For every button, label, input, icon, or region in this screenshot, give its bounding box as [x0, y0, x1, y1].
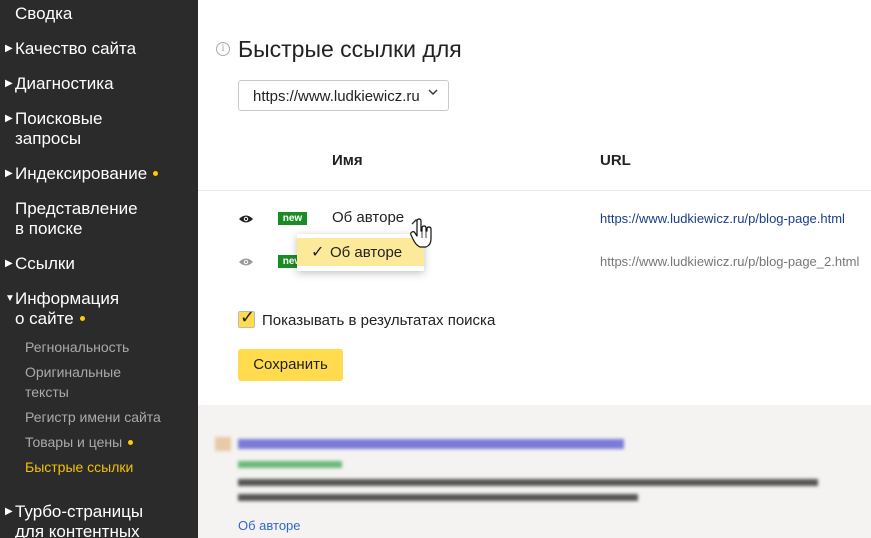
- favicon-icon: [215, 437, 231, 451]
- info-icon[interactable]: i: [216, 42, 230, 56]
- sidebar: Сводка ▶ Качество сайта ▶ Диагностика ▶ …: [0, 0, 198, 538]
- sidebar-item-turbo-pages[interactable]: ▶ Турбо-страницы для контентных: [0, 502, 198, 538]
- notification-dot-icon: [128, 439, 134, 445]
- eye-icon[interactable]: [238, 257, 254, 267]
- site-select-value: https://www.ludkiewicz.ru: [253, 88, 420, 105]
- chevron-down-icon: ▼: [5, 293, 15, 304]
- chevron-right-icon: ▶: [5, 258, 13, 269]
- sidebar-subitem-label: Регистр имени сайта: [25, 409, 161, 425]
- check-icon: ✓: [311, 244, 325, 261]
- sidebar-subitem-products-prices[interactable]: Товары и цены: [25, 432, 190, 452]
- column-header-url: URL: [600, 152, 631, 169]
- check-icon: ✓: [240, 307, 256, 327]
- sidebar-item-label: Турбо-страницы для контентных: [15, 502, 144, 538]
- hand-cursor-icon: [410, 218, 432, 248]
- sidebar-item-label: Качество сайта: [15, 39, 137, 58]
- chevron-right-icon: ▶: [5, 506, 13, 517]
- sidebar-item-label: Представление в поиске: [15, 199, 138, 238]
- preview-title-blurred: [238, 439, 624, 449]
- sidebar-subitem-regional[interactable]: Регнональность: [25, 337, 190, 357]
- chevron-right-icon: ▶: [5, 113, 13, 124]
- sidebar-item-label: Информация о сайте: [15, 289, 120, 328]
- preview-snippet-blurred: [238, 479, 818, 486]
- sidebar-item-label: Поисковые запросы: [15, 109, 103, 148]
- preview-url-blurred: [238, 461, 342, 468]
- dropdown-option-label: Об авторе: [330, 244, 403, 261]
- preview-snippet-blurred: [238, 494, 638, 501]
- page-title: Быстрые ссылки для: [238, 36, 462, 62]
- sidebar-subitem-quick-links[interactable]: Быстрые ссылки: [25, 457, 190, 477]
- divider: [198, 190, 871, 191]
- sidebar-subitem-label: Товары и цены: [25, 434, 123, 450]
- column-header-name: Имя: [332, 152, 363, 169]
- site-select[interactable]: https://www.ludkiewicz.ru: [238, 80, 449, 111]
- main-content: i Быстрые ссылки для https://www.ludkiew…: [198, 0, 871, 538]
- show-in-search-checkbox[interactable]: ✓: [238, 307, 255, 328]
- name-dropdown-menu: ✓ Об авторе: [297, 234, 424, 271]
- sidebar-item-label: Диагностика: [15, 74, 114, 93]
- eye-icon[interactable]: [238, 214, 254, 224]
- row-url-link[interactable]: https://www.ludkiewicz.ru/p/blog-page.ht…: [600, 211, 845, 226]
- sidebar-subitem-label: Быстрые ссылки: [25, 459, 134, 475]
- new-badge: new: [278, 212, 307, 225]
- sidebar-item-label: Индексирование: [15, 164, 148, 183]
- dropdown-option[interactable]: ✓ Об авторе: [297, 238, 424, 266]
- sidebar-subitem-label: Регнональность: [25, 339, 130, 355]
- row-name-select[interactable]: Об авторе: [332, 209, 404, 226]
- sidebar-item-site-info[interactable]: ▼ Информация о сайте: [0, 289, 198, 329]
- sidebar-item-search-appearance[interactable]: Представление в поиске: [0, 199, 198, 239]
- sidebar-item-label: Ссылки: [15, 254, 75, 273]
- sidebar-subitem-site-name-case[interactable]: Регистр имени сайта: [25, 407, 190, 427]
- sidebar-item-search-queries[interactable]: ▶ Поисковые запросы: [0, 109, 198, 149]
- notification-dot-icon: [79, 316, 85, 322]
- chevron-right-icon: ▶: [5, 78, 13, 89]
- save-button[interactable]: Сохранить: [238, 349, 343, 381]
- chevron-right-icon: ▶: [5, 43, 13, 54]
- sidebar-subitem-original-texts[interactable]: Оригинальные тексты: [25, 362, 190, 402]
- search-preview: Об авторе: [198, 405, 871, 538]
- row-url-link[interactable]: https://www.ludkiewicz.ru/p/blog-page_2.…: [600, 254, 859, 269]
- checkbox-label: Показывать в результатах поиска: [262, 312, 496, 329]
- sidebar-item-label: Сводка: [15, 4, 73, 23]
- chevron-right-icon: ▶: [5, 168, 13, 179]
- preview-quick-link[interactable]: Об авторе: [238, 518, 301, 533]
- notification-dot-icon: [153, 171, 159, 177]
- chevron-down-icon: [428, 89, 438, 95]
